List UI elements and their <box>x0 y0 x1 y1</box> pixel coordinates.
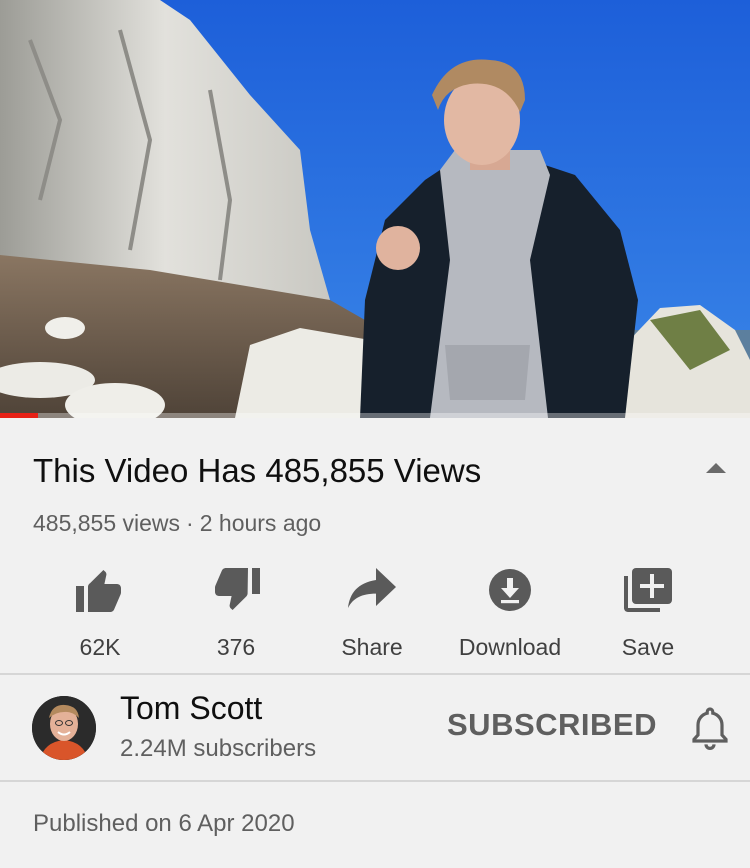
like-button[interactable]: 62K <box>30 560 170 661</box>
share-icon <box>348 568 396 608</box>
bell-icon[interactable] <box>690 706 730 750</box>
subscribed-button[interactable]: SUBSCRIBED <box>447 707 657 743</box>
add-to-playlist-icon <box>624 568 672 612</box>
thumbs-down-icon <box>215 568 260 610</box>
avatar-image <box>32 696 96 760</box>
channel-name[interactable]: Tom Scott <box>120 690 262 727</box>
meta-separator: · <box>186 510 194 536</box>
download-label: Download <box>458 634 562 660</box>
upload-time: 2 hours ago <box>199 510 322 536</box>
publish-date: Published on 6 Apr 2020 <box>33 810 295 837</box>
share-label: Share <box>341 634 403 660</box>
thumbs-up-icon <box>76 570 121 612</box>
video-metadata: 485,855 views · 2 hours ago <box>33 510 321 537</box>
dislike-button[interactable]: 376 <box>166 560 306 661</box>
video-title: This Video Has 485,855 Views <box>33 452 482 489</box>
dislike-count: 376 <box>216 634 256 660</box>
save-button[interactable]: Save <box>578 560 718 661</box>
channel-row: Tom Scott 2.24M subscribers SUBSCRIBED <box>0 678 750 782</box>
download-button[interactable]: Download <box>440 560 580 661</box>
subscriber-count: 2.24M subscribers <box>120 735 317 762</box>
like-count: 62K <box>79 634 121 660</box>
download-icon <box>489 569 531 611</box>
video-player[interactable] <box>0 0 750 418</box>
chevron-up-icon[interactable] <box>706 463 726 473</box>
view-count: 485,855 views <box>33 510 181 536</box>
share-button[interactable]: Share <box>302 560 442 661</box>
action-bar: 62K 376 Share Download Save <box>0 560 750 660</box>
channel-avatar[interactable] <box>32 696 96 760</box>
video-thumbnail <box>0 0 750 418</box>
save-label: Save <box>621 634 675 660</box>
